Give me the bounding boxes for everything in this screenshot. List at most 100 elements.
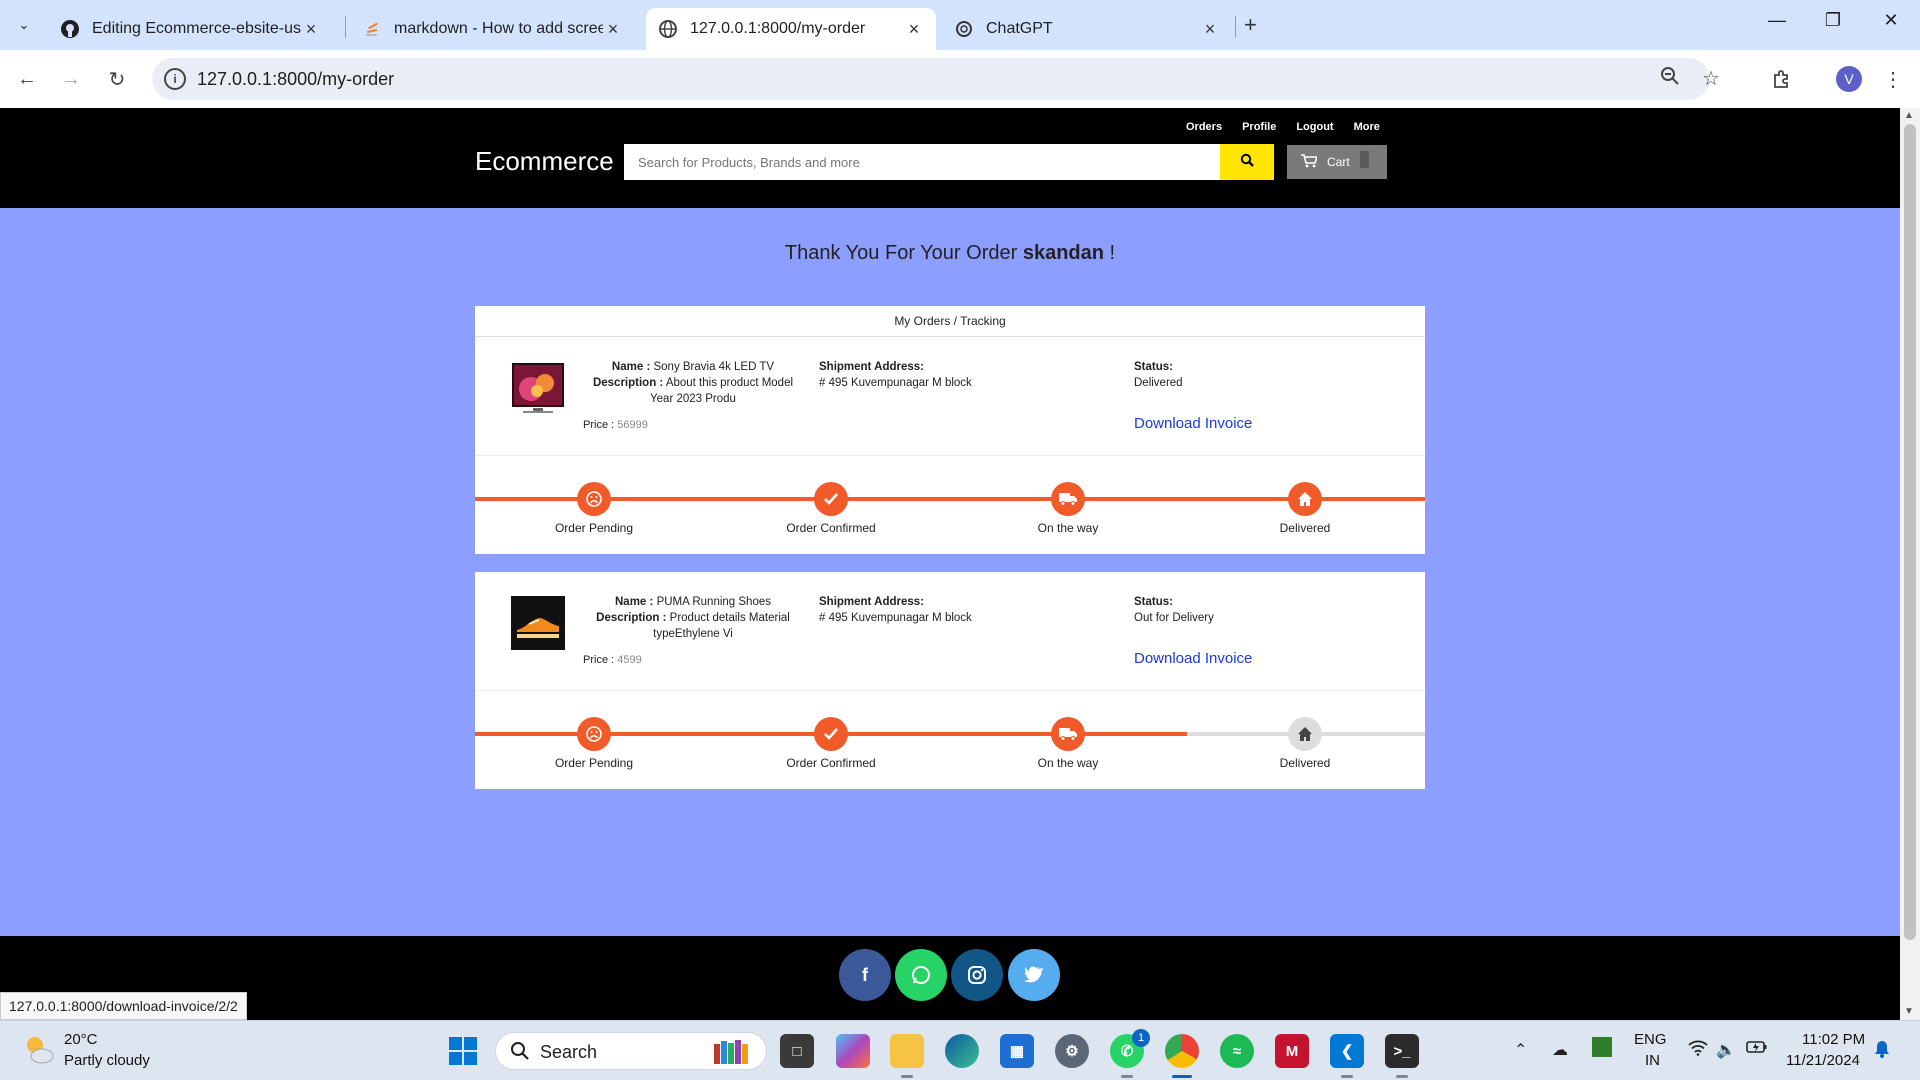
new-tab-plus-icon[interactable]: + (1244, 12, 1257, 38)
facebook-icon[interactable]: f (839, 949, 891, 1001)
order-item: Name : Sony Bravia 4k LED TV Description… (475, 337, 1425, 554)
copilot-icon[interactable] (836, 1034, 870, 1068)
weather-description[interactable]: Partly cloudy (64, 1052, 150, 1069)
whatsapp-icon[interactable] (895, 949, 947, 1001)
step-label: Delivered (1279, 756, 1331, 770)
spotify-icon[interactable]: ≈ (1220, 1034, 1254, 1068)
product-name: Sony Bravia 4k LED TV (653, 361, 775, 373)
price-label: Price : (583, 419, 615, 431)
twitter-icon[interactable] (1008, 949, 1060, 1001)
address-url[interactable]: 127.0.0.1:8000/my-order (197, 69, 394, 90)
download-invoice-link[interactable]: Download Invoice (1134, 415, 1252, 432)
page-scrollbar[interactable]: ▲ ▼ (1900, 108, 1920, 1020)
scrollbar-thumb[interactable] (1904, 124, 1916, 940)
battery-charging-icon[interactable] (1746, 1040, 1768, 1059)
nav-orders-link[interactable]: Orders (1186, 121, 1222, 133)
status-info: Status: Delivered (1134, 359, 1183, 391)
step-delivered: Delivered (1225, 717, 1385, 770)
back-arrow-icon[interactable]: ← (12, 64, 42, 94)
task-view-icon[interactable]: □ (780, 1034, 814, 1068)
microsoft-store-icon[interactable]: ▦ (1000, 1034, 1034, 1068)
checkmark-icon (814, 717, 848, 751)
nav-profile-link[interactable]: Profile (1242, 121, 1276, 133)
settings-gear-icon[interactable]: ⚙ (1055, 1034, 1089, 1068)
tab-strip: ⌄ Editing Ecommerce-ebsite-using × markd… (0, 0, 1920, 50)
nav-logout-link[interactable]: Logout (1296, 121, 1333, 133)
site-header: Orders Profile Logout More Ecommerce Car… (0, 108, 1900, 208)
tab-search-menu-button[interactable]: ⌄ (10, 11, 38, 39)
nvidia-icon[interactable] (1592, 1037, 1612, 1057)
tab-divider (345, 16, 346, 38)
extensions-puzzle-icon[interactable] (1767, 64, 1797, 94)
wifi-icon[interactable] (1688, 1040, 1708, 1061)
tab-stackoverflow[interactable]: markdown - How to add screen × (350, 8, 635, 50)
restore-icon[interactable]: ❐ (1818, 10, 1848, 31)
site-brand[interactable]: Ecommerce (475, 146, 614, 177)
vscode-icon[interactable]: ❮ (1330, 1034, 1364, 1068)
nav-more-link[interactable]: More (1354, 121, 1380, 133)
instagram-icon[interactable] (951, 949, 1003, 1001)
close-tab-icon[interactable]: × (1200, 19, 1220, 40)
profile-avatar[interactable]: V (1836, 66, 1862, 92)
edge-icon[interactable] (945, 1034, 979, 1068)
volume-icon[interactable]: 🔈 (1716, 1040, 1736, 1060)
search-button[interactable] (1220, 144, 1274, 180)
status-info: Status: Out for Delivery (1134, 594, 1214, 626)
order-item: Name : PUMA Running Shoes Description : … (475, 572, 1425, 789)
truck-icon (1051, 482, 1085, 516)
download-invoice-link[interactable]: Download Invoice (1134, 650, 1252, 667)
close-tab-icon[interactable]: × (301, 19, 321, 40)
checkmark-icon (814, 482, 848, 516)
tab-chatgpt[interactable]: ChatGPT × (942, 8, 1232, 50)
weather-temperature[interactable]: 20°C (64, 1031, 98, 1048)
clock-time[interactable]: 11:02 PM (1802, 1031, 1865, 1048)
stackoverflow-icon (362, 19, 382, 39)
home-icon (1288, 717, 1322, 751)
cart-button[interactable]: Cart (1287, 145, 1387, 179)
taskbar-search-box[interactable]: Search (495, 1032, 767, 1070)
bookmark-star-icon[interactable]: ☆ (1702, 66, 1720, 91)
scroll-down-arrow-icon[interactable]: ▼ (1904, 1006, 1914, 1017)
input-region[interactable]: IN (1645, 1052, 1660, 1069)
clock-date[interactable]: 11/21/2024 (1786, 1052, 1860, 1069)
zoom-icon[interactable] (1660, 66, 1680, 92)
product-info: Name : Sony Bravia 4k LED TV Description… (583, 359, 803, 407)
partly-cloudy-icon[interactable] (22, 1033, 56, 1067)
running-indicator (1341, 1075, 1353, 1078)
notification-bell-icon[interactable] (1874, 1040, 1890, 1063)
step-order-pending: Order Pending (514, 482, 674, 535)
close-tab-icon[interactable]: × (904, 19, 924, 40)
step-label: Order Confirmed (786, 756, 876, 770)
product-image-tv (511, 361, 565, 415)
close-tab-icon[interactable]: × (603, 19, 623, 40)
site-info-icon[interactable]: i (164, 68, 186, 90)
onedrive-cloud-icon[interactable]: ☁ (1552, 1040, 1568, 1060)
tab-github[interactable]: Editing Ecommerce-ebsite-using × (48, 8, 333, 50)
minimize-icon[interactable]: — (1762, 10, 1792, 31)
scroll-up-arrow-icon[interactable]: ▲ (1904, 110, 1914, 121)
step-label: On the way (1037, 521, 1099, 535)
file-explorer-icon[interactable] (890, 1034, 924, 1068)
link-status-bubble: 127.0.0.1:8000/download-invoice/2/2 (0, 992, 247, 1020)
shipment-label: Shipment Address: (819, 361, 925, 373)
terminal-icon[interactable]: >_ (1385, 1034, 1419, 1068)
tab-my-order[interactable]: 127.0.0.1:8000/my-order × (646, 8, 936, 50)
close-window-icon[interactable]: ✕ (1876, 10, 1906, 31)
reload-icon[interactable]: ↻ (102, 64, 132, 94)
address-bar[interactable]: i 127.0.0.1:8000/my-order ☆ (152, 58, 1720, 100)
tab-title: 127.0.0.1:8000/my-order (690, 20, 866, 37)
mcafee-icon[interactable]: M (1275, 1034, 1309, 1068)
thank-you-message: Thank You For Your Order skandan ! (0, 242, 1900, 265)
input-language[interactable]: ENG (1634, 1031, 1667, 1048)
windows-start-icon[interactable] (446, 1034, 480, 1068)
chatgpt-icon (954, 19, 974, 39)
step-on-the-way: On the way (988, 717, 1148, 770)
step-order-confirmed: Order Confirmed (751, 717, 911, 770)
chrome-icon[interactable] (1165, 1034, 1199, 1068)
forward-arrow-icon[interactable]: → (56, 64, 86, 94)
orders-card: My Orders / Tracking Name : Sony Bravia … (475, 306, 1425, 789)
show-hidden-icons-chevron-icon[interactable]: ⌃ (1514, 1040, 1527, 1060)
thank-you-username: skandan (1022, 242, 1104, 264)
browser-menu-icon[interactable]: ⋮ (1878, 64, 1908, 94)
product-search-input[interactable] (624, 144, 1222, 180)
